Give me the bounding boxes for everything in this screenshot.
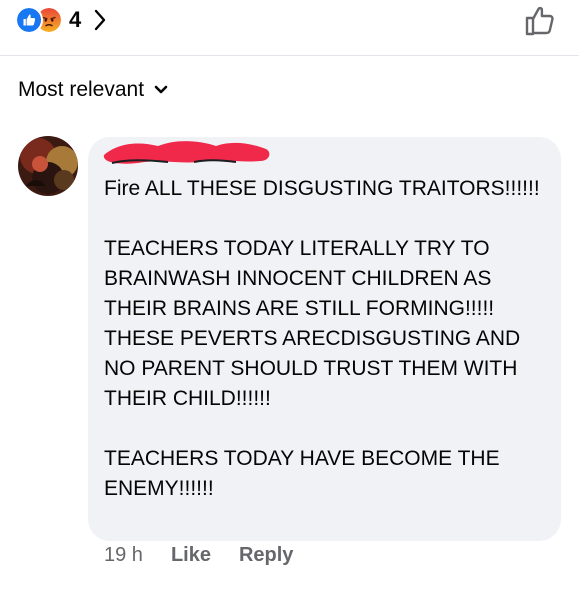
comment-timestamp[interactable]: 19 h xyxy=(104,544,143,567)
reactions-header: 4 xyxy=(0,0,579,56)
avatar[interactable] xyxy=(18,136,78,196)
redacted-author-name[interactable] xyxy=(98,137,273,165)
chevron-down-icon xyxy=(154,85,168,94)
like-reaction-icon xyxy=(15,6,43,34)
comment-text: Fire ALL THESE DISGUSTING TRAITORS!!!!!!… xyxy=(104,177,540,500)
reaction-count: 4 xyxy=(69,7,82,32)
comment-actions: 19 h Like Reply xyxy=(104,544,293,567)
sort-label: Most relevant xyxy=(18,78,145,101)
reply-button[interactable]: Reply xyxy=(239,544,293,567)
thumbs-up-icon[interactable] xyxy=(523,4,557,38)
comment-sort-dropdown[interactable]: Most relevant xyxy=(18,78,168,102)
reactions-summary[interactable]: 4 xyxy=(15,6,107,34)
like-button[interactable]: Like xyxy=(171,544,211,567)
comment-bubble: Fire ALL THESE DISGUSTING TRAITORS!!!!!!… xyxy=(88,137,561,541)
chevron-right-icon xyxy=(95,9,106,31)
avatar-image xyxy=(18,136,78,196)
